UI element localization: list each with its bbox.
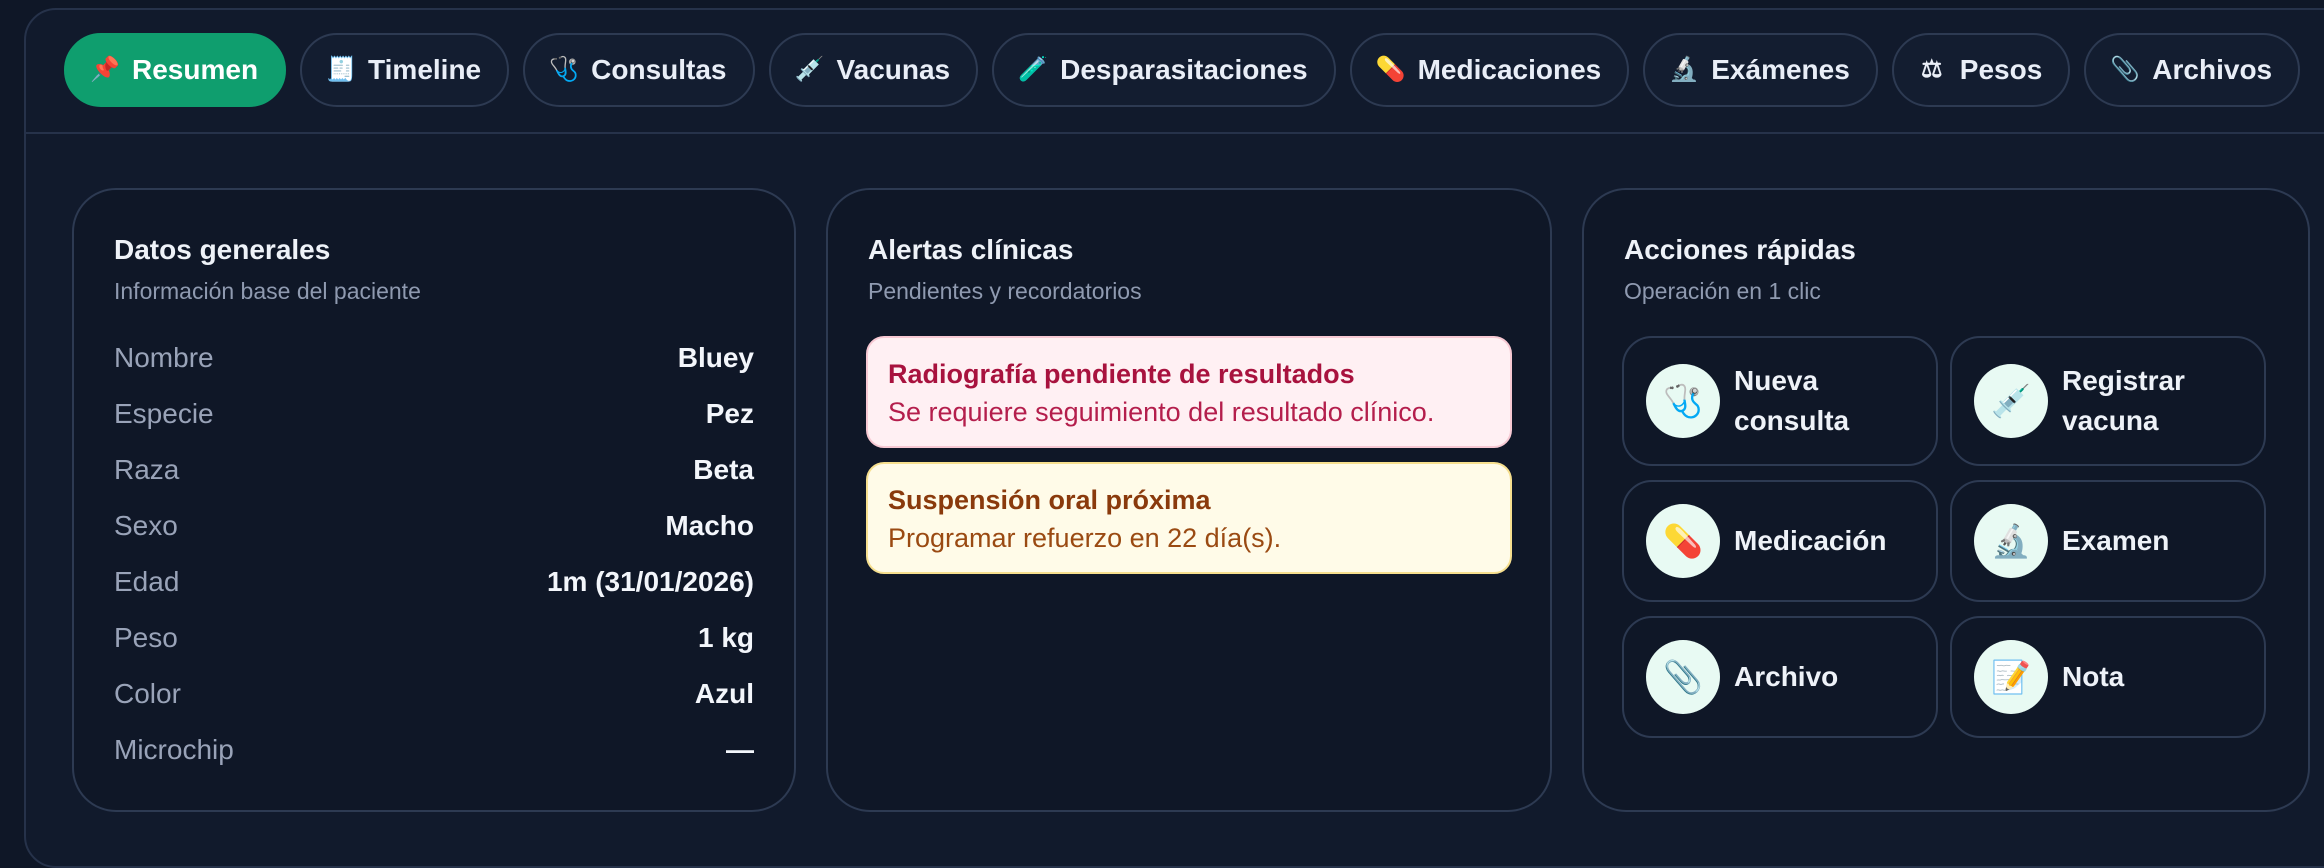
tab-label: Archivos [2152,54,2273,85]
pushpin-icon: 📌 [90,56,120,83]
info-row-edad: Edad 1m (31/01/2026) [114,562,754,602]
note-button[interactable]: 📝 Nota [1950,616,2266,738]
info-row-peso: Peso 1 kg [114,618,754,658]
info-value: Pez [705,398,754,429]
tab-timeline[interactable]: 🧾 Timeline [300,33,510,107]
tab-consultas[interactable]: 🩺 Consultas [523,33,755,107]
info-label: Raza [114,454,180,485]
info-label: Color [114,678,181,709]
info-value: Azul [694,678,754,709]
info-label: Edad [114,566,180,597]
syringe-icon: 💉 [1974,364,2048,438]
action-label: Examen [2062,525,2170,556]
paperclip-icon: 📎 [1646,640,1720,714]
info-row-color: Color Azul [114,674,754,714]
paperclip-icon: 📎 [2110,56,2141,83]
tab-desparasitaciones[interactable]: 🧪 Desparasitaciones [992,33,1336,107]
info-row-sexo: Sexo Macho [114,506,754,546]
tab-label: Vacunas [836,54,951,85]
pill-icon: 💊 [1375,56,1406,83]
info-label: Especie [114,398,214,429]
card-subtitle: Operación en 1 clic [1624,278,1821,304]
tab-label: Consultas [591,54,727,85]
info-label: Peso [114,622,178,653]
info-row-especie: Especie Pez [114,394,754,434]
tab-label: Desparasitaciones [1060,54,1308,85]
card-subtitle: Información base del paciente [114,278,421,304]
info-row-microchip: Microchip — [114,730,754,770]
tab-bar: 📌 Resumen 🧾 Timeline 🩺 Consultas 💉 Vacun… [64,33,2301,111]
stethoscope-icon: 🩺 [549,56,580,83]
scale-icon: ⚖ [1921,56,1943,83]
tab-label: Pesos [1959,54,2043,85]
tab-divider [26,132,2324,134]
alert-detail: Se requiere seguimiento del resultado cl… [888,397,1435,427]
info-value: — [726,734,754,765]
test-tube-icon: 🧪 [1018,56,1049,83]
file-button[interactable]: 📎 Archivo [1622,616,1938,738]
memo-icon: 📝 [1974,640,2048,714]
patient-panel: 📌 Resumen 🧾 Timeline 🩺 Consultas 💉 Vacun… [24,8,2324,868]
action-label: Archivo [1734,661,1839,692]
alert-title: Radiografía pendiente de resultados [888,359,1355,389]
tab-medicaciones[interactable]: 💊 Medicaciones [1349,33,1630,107]
info-value: Macho [665,510,754,541]
new-consultation-button[interactable]: 🩺 Nueva consulta [1622,336,1938,466]
quick-actions-card: Acciones rápidas Operación en 1 clic 🩺 N… [1582,188,2310,812]
action-label: Registrar vacuna [2062,365,2185,436]
alert-item-danger[interactable]: Radiografía pendiente de resultados Se r… [866,336,1512,448]
info-value: 1m (31/01/2026) [546,566,754,597]
info-row-nombre: Nombre Bluey [114,338,754,378]
syringe-icon: 💉 [794,56,825,83]
card-title: Datos generales [114,234,331,265]
alert-title: Suspensión oral próxima [888,485,1211,515]
receipt-icon: 🧾 [326,56,356,83]
tab-archivos[interactable]: 📎 Archivos [2084,33,2301,107]
card-title: Acciones rápidas [1624,234,1856,265]
stethoscope-icon: 🩺 [1646,364,1720,438]
tab-pesos[interactable]: ⚖ Pesos [1891,33,2071,107]
tab-label: Medicaciones [1417,54,1602,85]
general-info-card: Datos generales Información base del pac… [72,188,796,812]
card-subtitle: Pendientes y recordatorios [868,278,1142,304]
clinical-alerts-card: Alertas clínicas Pendientes y recordator… [826,188,1552,812]
tab-label: Exámenes [1711,54,1850,85]
pill-icon: 💊 [1646,504,1720,578]
info-value: Bluey [677,342,754,373]
microscope-icon: 🔬 [1974,504,2048,578]
info-value: 1 kg [697,622,754,653]
info-row-raza: Raza Beta [114,450,754,490]
info-label: Microchip [114,734,234,765]
tab-label: Resumen [132,54,259,85]
alert-detail: Programar refuerzo en 22 día(s). [888,523,1282,553]
tab-vacunas[interactable]: 💉 Vacunas [768,33,979,107]
info-value: Beta [693,454,754,485]
info-label: Nombre [114,342,214,373]
alert-item-warning[interactable]: Suspensión oral próxima Programar refuer… [866,462,1512,574]
tab-label: Timeline [368,54,482,85]
card-title: Alertas clínicas [868,234,1074,265]
tab-examenes[interactable]: 🔬 Exámenes [1643,33,1878,107]
microscope-icon: 🔬 [1669,56,1700,83]
exam-button[interactable]: 🔬 Examen [1950,480,2266,602]
action-label: Nueva consulta [1734,365,1850,436]
action-label: Medicación [1734,525,1887,556]
register-vaccine-button[interactable]: 💉 Registrar vacuna [1950,336,2266,466]
medication-button[interactable]: 💊 Medicación [1622,480,1938,602]
action-label: Nota [2062,661,2125,692]
info-label: Sexo [114,510,178,541]
tab-resumen[interactable]: 📌 Resumen [64,33,287,107]
